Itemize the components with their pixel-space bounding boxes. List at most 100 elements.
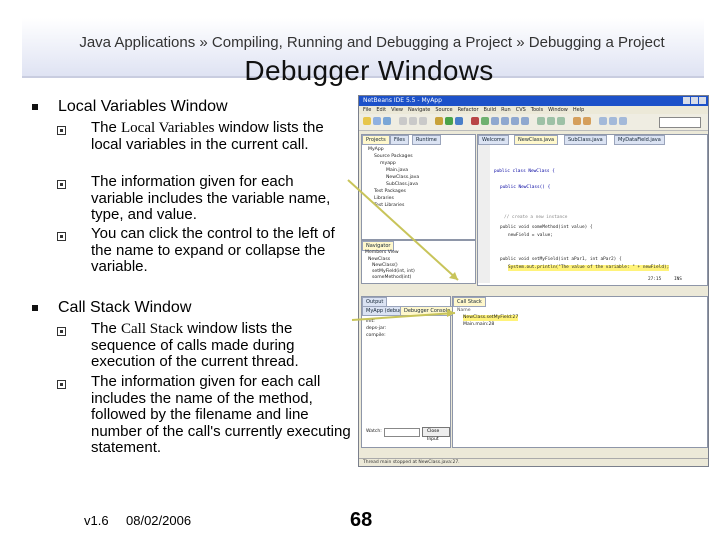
code-line: newField = value; bbox=[508, 233, 553, 238]
history-icon[interactable] bbox=[557, 117, 565, 125]
text-fragment: The bbox=[91, 119, 122, 136]
column-header-name: Name bbox=[457, 308, 471, 313]
replace-icon[interactable] bbox=[583, 117, 591, 125]
paste-icon[interactable] bbox=[419, 117, 427, 125]
sub-bullet-icon bbox=[57, 180, 66, 189]
continue-icon[interactable] bbox=[481, 117, 489, 125]
stop-icon[interactable] bbox=[471, 117, 479, 125]
tree-item[interactable]: MyApp bbox=[368, 147, 384, 153]
menu-edit[interactable]: Edit bbox=[376, 107, 386, 113]
save-icon[interactable] bbox=[383, 117, 391, 125]
menu-navigate[interactable]: Navigate bbox=[408, 107, 430, 113]
tree-item[interactable]: Main.java bbox=[386, 168, 408, 174]
output-line: compile: bbox=[366, 333, 386, 338]
back-icon[interactable] bbox=[599, 117, 607, 125]
call-stack-frame[interactable]: Main.main:28 bbox=[463, 322, 494, 328]
maximize-icon[interactable] bbox=[691, 97, 698, 104]
run-to-cursor-icon[interactable] bbox=[521, 117, 529, 125]
step-over-icon[interactable] bbox=[491, 117, 499, 125]
menu-source[interactable]: Source bbox=[435, 107, 452, 113]
step-out-icon[interactable] bbox=[511, 117, 519, 125]
profile-icon[interactable] bbox=[537, 117, 545, 125]
menu-cvs[interactable]: CVS bbox=[516, 107, 526, 113]
debug-icon[interactable] bbox=[455, 117, 463, 125]
sub-bullet-text: You can click the control to the left of… bbox=[91, 225, 335, 275]
close-icon[interactable] bbox=[699, 97, 706, 104]
code-line: public class NewClass { bbox=[494, 169, 555, 174]
tab-subclass[interactable]: SubClass.java bbox=[564, 135, 607, 145]
output-line: deps-jar: bbox=[366, 326, 387, 331]
tab-call-stack[interactable]: Call Stack bbox=[453, 297, 486, 307]
bullet-heading-local-variables: Local Variables Window bbox=[58, 98, 228, 115]
bullet-marker bbox=[32, 104, 38, 110]
output-panel: Output MyApp (debug) Debugger Console in… bbox=[361, 296, 455, 448]
build-icon[interactable] bbox=[435, 117, 443, 125]
sub-bullet-text: The information given for each variable … bbox=[91, 173, 331, 223]
step-into-icon[interactable] bbox=[501, 117, 509, 125]
run-icon[interactable] bbox=[445, 117, 453, 125]
bookmark-icon[interactable] bbox=[619, 117, 627, 125]
code-term: Local Variables bbox=[121, 120, 215, 136]
menu-help[interactable]: Help bbox=[573, 107, 584, 113]
navigator-panel: Navigator Members View NewClass NewClass… bbox=[361, 240, 476, 284]
menu-tools[interactable]: Tools bbox=[531, 107, 543, 113]
tree-item[interactable]: Source Packages bbox=[374, 154, 413, 160]
call-stack-frame[interactable]: NewClass.setMyField:27 bbox=[463, 315, 519, 321]
cursor-position: 27:15 bbox=[648, 277, 662, 282]
cut-icon[interactable] bbox=[399, 117, 407, 125]
slide-title: Debugger Windows bbox=[244, 55, 494, 86]
status-bar: Thread main stopped at NewClass.java:27. bbox=[359, 458, 708, 466]
tab-debugger-console[interactable]: Debugger Console bbox=[400, 306, 455, 316]
menu-run[interactable]: Run bbox=[501, 107, 511, 113]
tab-newclass[interactable]: NewClass.java bbox=[514, 135, 559, 145]
projects-panel: Projects Files Runtime MyApp Source Pack… bbox=[361, 134, 476, 240]
sub-bullet-icon bbox=[57, 126, 66, 135]
sub-bullet-icon bbox=[57, 380, 66, 389]
tree-item[interactable]: myapp bbox=[380, 161, 396, 167]
menu-refactor[interactable]: Refactor bbox=[458, 107, 479, 113]
sub-bullet-icon bbox=[57, 327, 66, 336]
menu-view[interactable]: View bbox=[391, 107, 403, 113]
menu-file[interactable]: File bbox=[363, 107, 371, 113]
menu-window[interactable]: Window bbox=[548, 107, 568, 113]
page-number: 68 bbox=[350, 509, 373, 531]
code-line: public void someMethod(int value) { bbox=[500, 225, 593, 230]
tab-mydatafield[interactable]: MyDataField.java bbox=[614, 135, 665, 145]
open-icon[interactable] bbox=[373, 117, 381, 125]
find-icon[interactable] bbox=[573, 117, 581, 125]
toggle-icon[interactable] bbox=[547, 117, 555, 125]
tree-item[interactable]: Libraries bbox=[374, 196, 394, 202]
memory-indicator bbox=[659, 117, 701, 128]
bullet-heading-call-stack: Call Stack Window bbox=[58, 299, 192, 316]
tab-runtime[interactable]: Runtime bbox=[412, 135, 441, 145]
tab-files[interactable]: Files bbox=[390, 135, 409, 145]
tab-welcome[interactable]: Welcome bbox=[478, 135, 509, 145]
bullet-marker bbox=[32, 305, 38, 311]
new-project-icon[interactable] bbox=[363, 117, 371, 125]
minimize-icon[interactable] bbox=[683, 97, 690, 104]
tree-item[interactable]: SubClass.java bbox=[386, 182, 418, 188]
watch-input[interactable] bbox=[384, 428, 420, 437]
sub-bullet-icon bbox=[57, 232, 66, 241]
tree-item[interactable]: NewClass.java bbox=[386, 175, 419, 181]
menu-build[interactable]: Build bbox=[484, 107, 497, 113]
footer-version: v1.6 bbox=[84, 513, 109, 528]
call-stack-panel: Call Stack Name NewClass.setMyField:27 M… bbox=[452, 296, 708, 448]
output-line: init: bbox=[366, 319, 375, 324]
close-input-button[interactable]: Close Input bbox=[422, 427, 450, 442]
watch-label: Watch: bbox=[366, 429, 382, 434]
tree-item[interactable]: Test Packages bbox=[374, 189, 406, 195]
sub-bullet-text: The Local Variables window lists the loc… bbox=[91, 119, 351, 153]
current-line: System.out.println("The value of the var… bbox=[508, 265, 670, 271]
gutter bbox=[478, 145, 490, 283]
tab-projects[interactable]: Projects bbox=[362, 135, 390, 145]
sub-bullet-text: The information given for each call incl… bbox=[91, 373, 351, 456]
code-line: // create a new instance bbox=[504, 215, 568, 220]
tree-item[interactable]: Test Libraries bbox=[374, 203, 404, 209]
copy-icon[interactable] bbox=[409, 117, 417, 125]
forward-icon[interactable] bbox=[609, 117, 617, 125]
ide-menubar: File Edit View Navigate Source Refactor Build R… bbox=[359, 106, 708, 114]
navigator-view-label: Members View bbox=[365, 250, 399, 255]
navigator-item[interactable]: someMethod(int) bbox=[372, 275, 411, 281]
editor-panel: Welcome NewClass.java SubClass.java MyDa… bbox=[477, 134, 708, 286]
